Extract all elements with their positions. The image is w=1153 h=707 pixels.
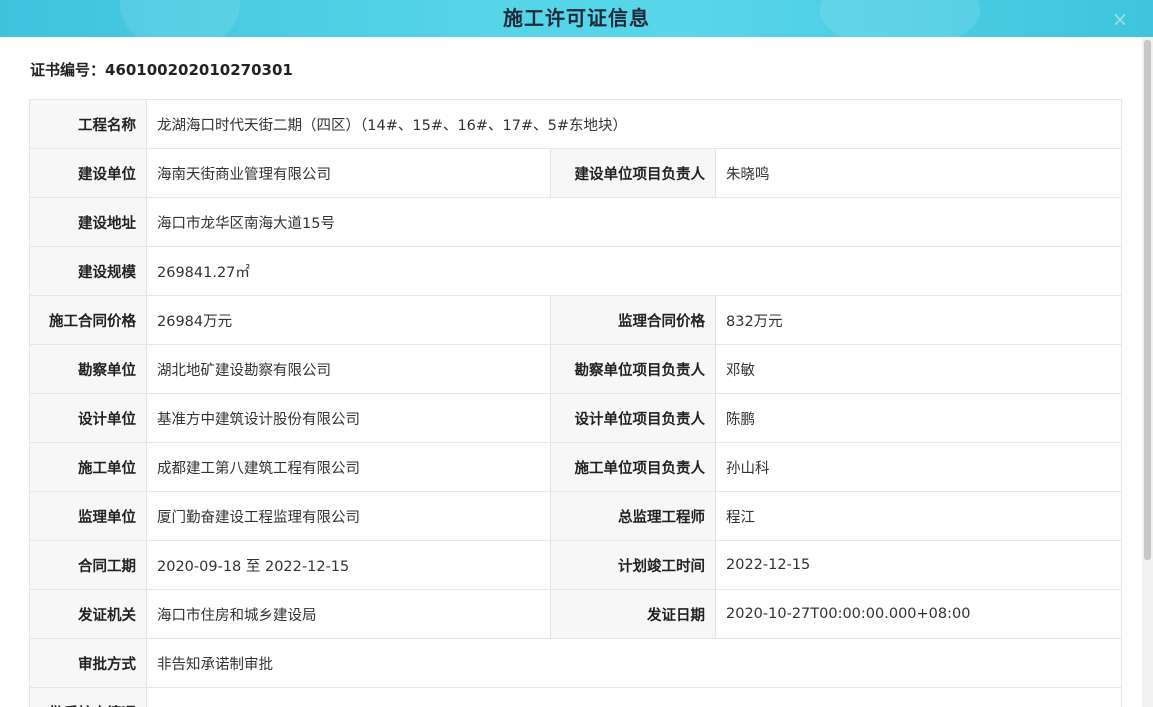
row-label: 建设地址 — [29, 197, 147, 247]
table-row: 发证机关 海口市住房和城乡建设局 发证日期 2020-10-27T00:00:0… — [29, 589, 1123, 639]
certificate-number: 证书编号：460100202010270301 — [30, 61, 293, 79]
row-value-2: 2020-10-27T00:00:00.000+08:00 — [714, 589, 1123, 639]
row-value: 2020-09-18 至 2022-12-15 — [146, 540, 551, 590]
table-row: 批后核查情况 — [29, 687, 1123, 707]
row-value-2: 陈鹏 — [714, 393, 1123, 443]
row-value-2: 邓敏 — [714, 344, 1123, 394]
row-value: 成都建工第八建筑工程有限公司 — [146, 442, 551, 492]
row-label: 工程名称 — [29, 99, 147, 149]
row-value-2: 朱晓鸣 — [714, 148, 1123, 198]
row-label: 建设单位 — [29, 148, 147, 198]
row-label-2: 施工单位项目负责人 — [550, 442, 716, 492]
row-value: 基准方中建筑设计股份有限公司 — [146, 393, 551, 443]
row-label: 建设规模 — [29, 246, 147, 296]
table-row: 建设单位 海南天街商业管理有限公司 建设单位项目负责人 朱晓鸣 — [29, 148, 1123, 198]
row-value: 海南天街商业管理有限公司 — [146, 148, 551, 198]
dialog-title-bar: 施工许可证信息 × — [0, 0, 1153, 37]
table-row: 勘察单位 湖北地矿建设勘察有限公司 勘察单位项目负责人 邓敏 — [29, 344, 1123, 394]
close-icon[interactable]: × — [1111, 9, 1129, 29]
row-value-2: 832万元 — [714, 295, 1123, 345]
row-value-2: 孙山科 — [714, 442, 1123, 492]
dialog-content: 证书编号：460100202010270301 工程名称 龙湖海口时代天街二期（… — [0, 37, 1142, 707]
row-value — [145, 687, 1123, 707]
row-value: 海口市住房和城乡建设局 — [146, 589, 551, 639]
row-label-2: 总监理工程师 — [550, 491, 716, 541]
table-row: 审批方式 非告知承诺制审批 — [29, 638, 1123, 688]
table-row: 建设规模 269841.27㎡ — [29, 246, 1123, 296]
row-label: 施工合同价格 — [29, 295, 147, 345]
row-value: 26984万元 — [146, 295, 551, 345]
row-value: 非告知承诺制审批 — [145, 638, 1123, 688]
row-label: 设计单位 — [29, 393, 147, 443]
row-label: 监理单位 — [29, 491, 147, 541]
scrollbar-thumb[interactable] — [1144, 40, 1151, 560]
table-row: 工程名称 龙湖海口时代天街二期（四区）（14#、15#、16#、17#、5#东地… — [29, 99, 1123, 149]
row-value: 269841.27㎡ — [145, 246, 1123, 296]
row-value: 龙湖海口时代天街二期（四区）（14#、15#、16#、17#、5#东地块） — [145, 99, 1123, 149]
row-value-2: 程江 — [714, 491, 1123, 541]
row-label-2: 发证日期 — [550, 589, 716, 639]
row-label: 施工单位 — [29, 442, 147, 492]
row-value: 厦门勤奋建设工程监理有限公司 — [146, 491, 551, 541]
row-value-2: 2022-12-15 — [714, 540, 1123, 590]
row-label: 勘察单位 — [29, 344, 147, 394]
table-row: 监理单位 厦门勤奋建设工程监理有限公司 总监理工程师 程江 — [29, 491, 1123, 541]
row-label-2: 设计单位项目负责人 — [550, 393, 716, 443]
table-row: 设计单位 基准方中建筑设计股份有限公司 设计单位项目负责人 陈鹏 — [29, 393, 1123, 443]
row-label-2: 勘察单位项目负责人 — [550, 344, 716, 394]
row-value: 湖北地矿建设勘察有限公司 — [146, 344, 551, 394]
table-row: 合同工期 2020-09-18 至 2022-12-15 计划竣工时间 2022… — [29, 540, 1123, 590]
row-label: 审批方式 — [29, 638, 147, 688]
row-label: 发证机关 — [29, 589, 147, 639]
row-label-2: 计划竣工时间 — [550, 540, 716, 590]
row-value: 海口市龙华区南海大道15号 — [145, 197, 1123, 247]
row-label: 合同工期 — [29, 540, 147, 590]
table-row: 施工单位 成都建工第八建筑工程有限公司 施工单位项目负责人 孙山科 — [29, 442, 1123, 492]
dialog-title: 施工许可证信息 — [503, 6, 650, 30]
permit-info-table: 工程名称 龙湖海口时代天街二期（四区）（14#、15#、16#、17#、5#东地… — [29, 99, 1123, 707]
row-label-2: 建设单位项目负责人 — [550, 148, 716, 198]
table-row: 施工合同价格 26984万元 监理合同价格 832万元 — [29, 295, 1123, 345]
table-row: 建设地址 海口市龙华区南海大道15号 — [29, 197, 1123, 247]
row-label-2: 监理合同价格 — [550, 295, 716, 345]
row-label: 批后核查情况 — [29, 687, 147, 707]
